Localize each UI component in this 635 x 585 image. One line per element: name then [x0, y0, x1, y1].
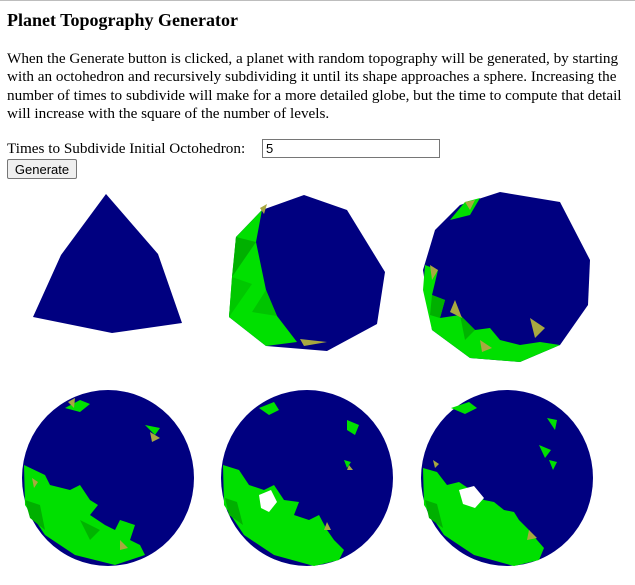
planet-level-1: [222, 192, 390, 357]
planet-ocean-face: [33, 194, 182, 333]
subdivide-label: Times to Subdivide Initial Octohedron:: [7, 140, 246, 157]
planet-level-5: [419, 390, 595, 570]
planet-level-3: [20, 390, 196, 570]
page-description: When the Generate button is clicked, a p…: [7, 50, 622, 122]
page-title: Planet Topography Generator: [7, 10, 239, 30]
subdivide-input[interactable]: [262, 139, 440, 158]
planet-level-2: [420, 190, 595, 365]
planet-level-4: [219, 390, 395, 570]
subdivide-row: Times to Subdivide Initial Octohedron:: [7, 139, 440, 158]
planet-level-0: [30, 192, 185, 337]
top-divider: [0, 0, 635, 1]
generate-button[interactable]: Generate: [7, 159, 77, 179]
